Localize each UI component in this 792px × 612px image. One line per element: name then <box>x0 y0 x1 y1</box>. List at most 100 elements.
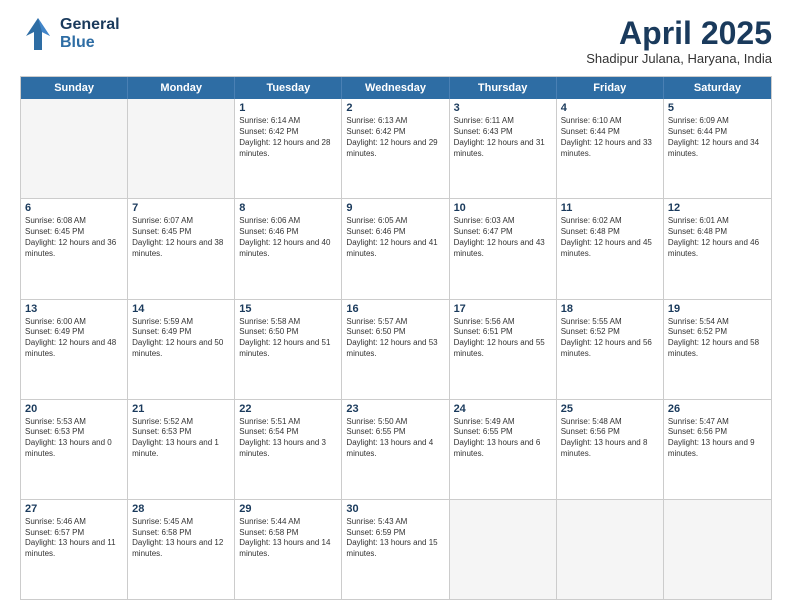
day-number: 21 <box>132 403 230 415</box>
day-cell-1: 1 Sunrise: 6:14 AM Sunset: 6:42 PM Daylig… <box>235 99 342 198</box>
cell-info: Sunrise: 6:14 AM Sunset: 6:42 PM Dayligh… <box>239 116 337 159</box>
cell-info: Sunrise: 5:50 AM Sunset: 6:55 PM Dayligh… <box>346 417 444 460</box>
cell-info: Sunrise: 6:03 AM Sunset: 6:47 PM Dayligh… <box>454 216 552 259</box>
day-cell-28: 28 Sunrise: 5:45 AM Sunset: 6:58 PM Dayli… <box>128 500 235 599</box>
day-cell-8: 8Sunrise: 6:06 AM Sunset: 6:46 PM Daylig… <box>235 199 342 298</box>
day-cell-24: 24 Sunrise: 5:49 AM Sunset: 6:55 PM Dayli… <box>450 400 557 499</box>
day-cell-12: 12Sunrise: 6:01 AM Sunset: 6:48 PM Dayli… <box>664 199 771 298</box>
day-cell-9: 9Sunrise: 6:05 AM Sunset: 6:46 PM Daylig… <box>342 199 449 298</box>
title-block: April 2025 Shadipur Julana, Haryana, Ind… <box>586 16 772 66</box>
day-number: 24 <box>454 403 552 415</box>
calendar-header-row: SundayMondayTuesdayWednesdayThursdayFrid… <box>21 77 771 99</box>
weekday-header-sunday: Sunday <box>21 77 128 99</box>
cell-info: Sunrise: 5:46 AM Sunset: 6:57 PM Dayligh… <box>25 517 123 560</box>
day-number: 27 <box>25 503 123 515</box>
day-cell-14: 14 Sunrise: 5:59 AM Sunset: 6:49 PM Dayli… <box>128 300 235 399</box>
logo-texts: General Blue <box>60 16 120 51</box>
day-number: 3 <box>454 102 552 114</box>
day-cell-6: 6Sunrise: 6:08 AM Sunset: 6:45 PM Daylig… <box>21 199 128 298</box>
day-number: 2 <box>346 102 444 114</box>
cell-info: Sunrise: 5:57 AM Sunset: 6:50 PM Dayligh… <box>346 317 444 360</box>
calendar-title: April 2025 <box>586 16 772 51</box>
cell-info: Sunrise: 6:06 AM Sunset: 6:46 PM Dayligh… <box>239 216 337 259</box>
day-number: 19 <box>668 303 767 315</box>
day-cell-23: 23 Sunrise: 5:50 AM Sunset: 6:55 PM Dayli… <box>342 400 449 499</box>
cell-info: Sunrise: 6:02 AM Sunset: 6:48 PM Dayligh… <box>561 216 659 259</box>
cell-info: Sunrise: 5:53 AM Sunset: 6:53 PM Dayligh… <box>25 417 123 460</box>
cell-info: Sunrise: 6:07 AM Sunset: 6:45 PM Dayligh… <box>132 216 230 259</box>
empty-cell <box>557 500 664 599</box>
empty-cell <box>450 500 557 599</box>
day-cell-13: 13 Sunrise: 6:00 AM Sunset: 6:49 PM Dayli… <box>21 300 128 399</box>
cell-info: Sunrise: 5:48 AM Sunset: 6:56 PM Dayligh… <box>561 417 659 460</box>
calendar: SundayMondayTuesdayWednesdayThursdayFrid… <box>20 76 772 600</box>
day-number: 7 <box>132 202 230 214</box>
day-number: 25 <box>561 403 659 415</box>
day-cell-25: 25 Sunrise: 5:48 AM Sunset: 6:56 PM Dayli… <box>557 400 664 499</box>
day-number: 16 <box>346 303 444 315</box>
day-number: 9 <box>346 202 444 214</box>
day-cell-30: 30 Sunrise: 5:43 AM Sunset: 6:59 PM Dayli… <box>342 500 449 599</box>
day-number: 5 <box>668 102 767 114</box>
cell-info: Sunrise: 5:47 AM Sunset: 6:56 PM Dayligh… <box>668 417 767 460</box>
logo: General Blue <box>20 16 120 52</box>
cell-info: Sunrise: 6:08 AM Sunset: 6:45 PM Dayligh… <box>25 216 123 259</box>
day-number: 1 <box>239 102 337 114</box>
empty-cell <box>21 99 128 198</box>
day-number: 23 <box>346 403 444 415</box>
day-cell-17: 17Sunrise: 5:56 AM Sunset: 6:51 PM Dayli… <box>450 300 557 399</box>
cell-info: Sunrise: 5:43 AM Sunset: 6:59 PM Dayligh… <box>346 517 444 560</box>
cell-info: Sunrise: 5:52 AM Sunset: 6:53 PM Dayligh… <box>132 417 230 460</box>
week-row-2: 6Sunrise: 6:08 AM Sunset: 6:45 PM Daylig… <box>21 199 771 299</box>
empty-cell <box>128 99 235 198</box>
day-number: 18 <box>561 303 659 315</box>
day-number: 22 <box>239 403 337 415</box>
week-row-3: 13 Sunrise: 6:00 AM Sunset: 6:49 PM Dayli… <box>21 300 771 400</box>
logo-blue-text: Blue <box>60 34 120 52</box>
day-cell-19: 19Sunrise: 5:54 AM Sunset: 6:52 PM Dayli… <box>664 300 771 399</box>
logo-bird-icon <box>20 16 56 52</box>
weekday-header-tuesday: Tuesday <box>235 77 342 99</box>
day-number: 20 <box>25 403 123 415</box>
cell-info: Sunrise: 6:00 AM Sunset: 6:49 PM Dayligh… <box>25 317 123 360</box>
day-cell-22: 22Sunrise: 5:51 AM Sunset: 6:54 PM Dayli… <box>235 400 342 499</box>
calendar-body: 1 Sunrise: 6:14 AM Sunset: 6:42 PM Daylig… <box>21 99 771 599</box>
cell-info: Sunrise: 5:49 AM Sunset: 6:55 PM Dayligh… <box>454 417 552 460</box>
day-number: 15 <box>239 303 337 315</box>
cell-info: Sunrise: 5:55 AM Sunset: 6:52 PM Dayligh… <box>561 317 659 360</box>
weekday-header-monday: Monday <box>128 77 235 99</box>
logo-general-text: General <box>60 16 120 34</box>
cell-info: Sunrise: 6:11 AM Sunset: 6:43 PM Dayligh… <box>454 116 552 159</box>
day-number: 26 <box>668 403 767 415</box>
cell-info: Sunrise: 5:45 AM Sunset: 6:58 PM Dayligh… <box>132 517 230 560</box>
cell-info: Sunrise: 6:13 AM Sunset: 6:42 PM Dayligh… <box>346 116 444 159</box>
day-number: 14 <box>132 303 230 315</box>
day-number: 30 <box>346 503 444 515</box>
day-cell-29: 29 Sunrise: 5:44 AM Sunset: 6:58 PM Dayli… <box>235 500 342 599</box>
cell-info: Sunrise: 6:01 AM Sunset: 6:48 PM Dayligh… <box>668 216 767 259</box>
cell-info: Sunrise: 6:10 AM Sunset: 6:44 PM Dayligh… <box>561 116 659 159</box>
week-row-1: 1 Sunrise: 6:14 AM Sunset: 6:42 PM Daylig… <box>21 99 771 199</box>
cell-info: Sunrise: 6:09 AM Sunset: 6:44 PM Dayligh… <box>668 116 767 159</box>
empty-cell <box>664 500 771 599</box>
page: General Blue April 2025 Shadipur Julana,… <box>0 0 792 612</box>
day-cell-21: 21 Sunrise: 5:52 AM Sunset: 6:53 PM Dayli… <box>128 400 235 499</box>
day-number: 28 <box>132 503 230 515</box>
day-cell-2: 2 Sunrise: 6:13 AM Sunset: 6:42 PM Daylig… <box>342 99 449 198</box>
weekday-header-saturday: Saturday <box>664 77 771 99</box>
week-row-5: 27 Sunrise: 5:46 AM Sunset: 6:57 PM Dayli… <box>21 500 771 599</box>
day-cell-15: 15Sunrise: 5:58 AM Sunset: 6:50 PM Dayli… <box>235 300 342 399</box>
day-number: 13 <box>25 303 123 315</box>
weekday-header-friday: Friday <box>557 77 664 99</box>
day-cell-4: 4Sunrise: 6:10 AM Sunset: 6:44 PM Daylig… <box>557 99 664 198</box>
day-cell-26: 26 Sunrise: 5:47 AM Sunset: 6:56 PM Dayli… <box>664 400 771 499</box>
cell-info: Sunrise: 5:59 AM Sunset: 6:49 PM Dayligh… <box>132 317 230 360</box>
header: General Blue April 2025 Shadipur Julana,… <box>20 16 772 66</box>
week-row-4: 20 Sunrise: 5:53 AM Sunset: 6:53 PM Dayli… <box>21 400 771 500</box>
cell-info: Sunrise: 5:44 AM Sunset: 6:58 PM Dayligh… <box>239 517 337 560</box>
day-number: 17 <box>454 303 552 315</box>
day-cell-11: 11Sunrise: 6:02 AM Sunset: 6:48 PM Dayli… <box>557 199 664 298</box>
day-cell-5: 5 Sunrise: 6:09 AM Sunset: 6:44 PM Daylig… <box>664 99 771 198</box>
day-cell-20: 20 Sunrise: 5:53 AM Sunset: 6:53 PM Dayli… <box>21 400 128 499</box>
day-number: 29 <box>239 503 337 515</box>
